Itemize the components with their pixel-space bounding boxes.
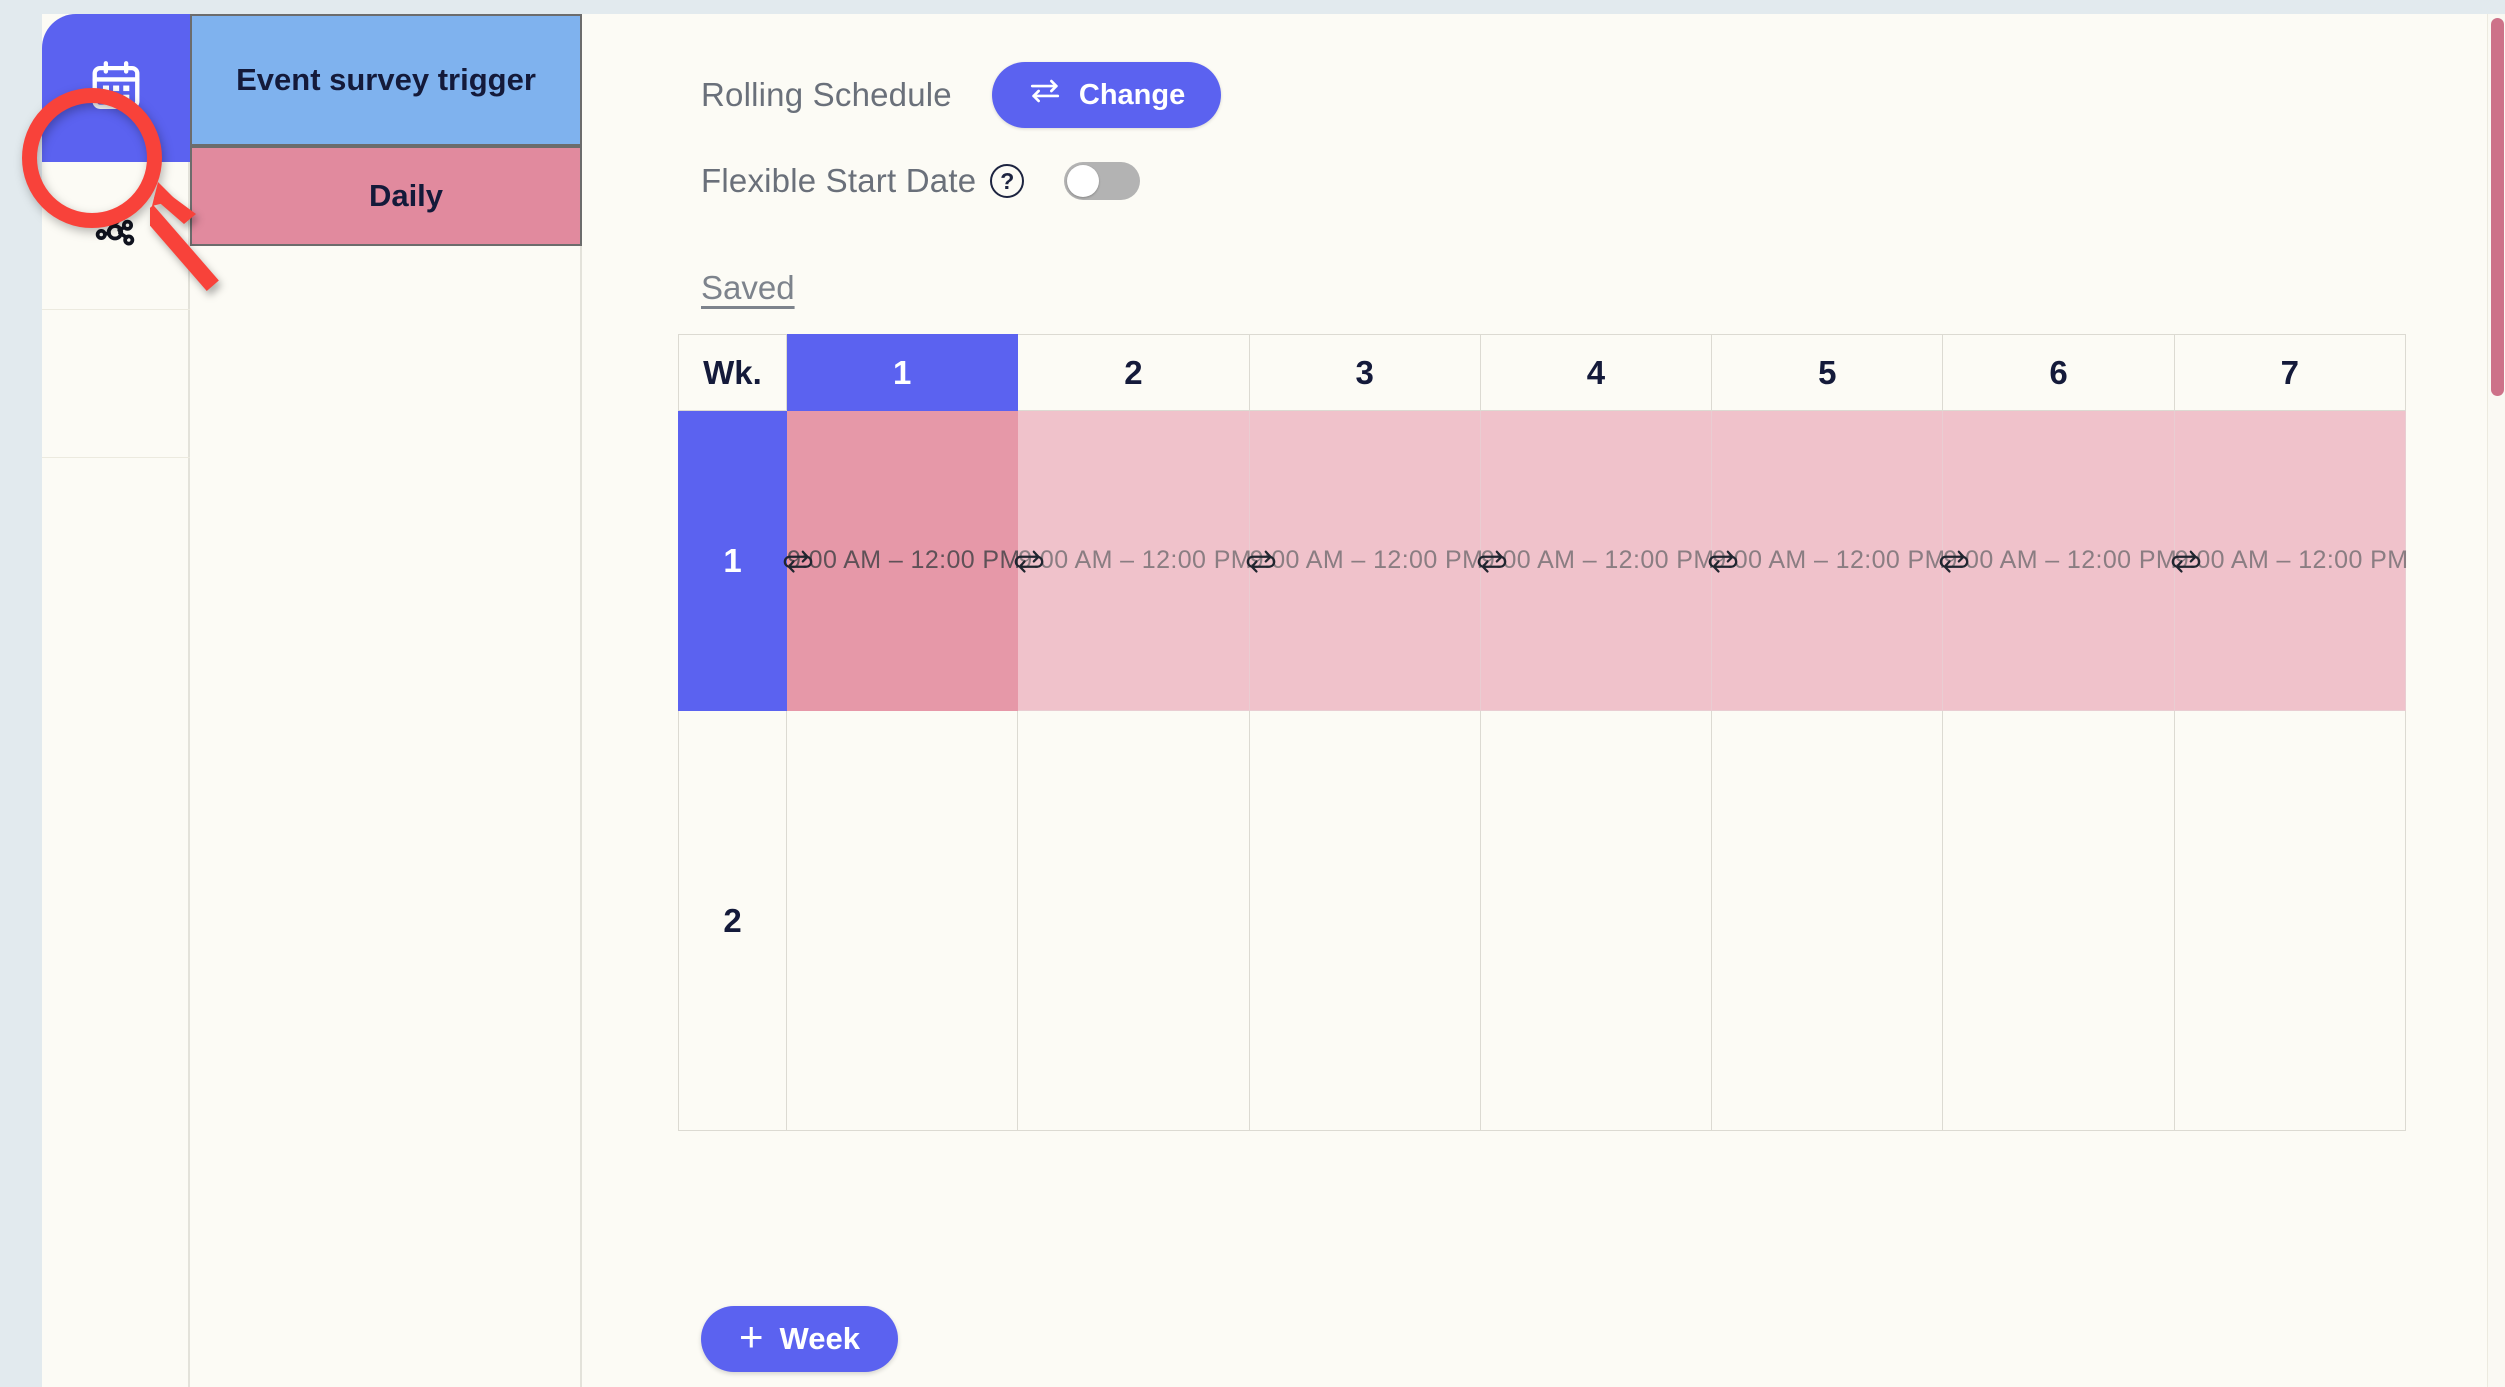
table-row: 1 9:00 AM – 12:00 PM 9:00 AM – 12:00 PM …: [678, 410, 2408, 711]
schedule-cell-inner: 9:00 AM – 12:00 PM: [1015, 546, 1253, 575]
schedule-cell-inner: 9:00 AM – 12:00 PM: [2171, 546, 2409, 575]
header-col-1[interactable]: 1: [785, 334, 1019, 411]
schedule-cell-time: 9:00 AM – 12:00 PM: [1249, 546, 1484, 574]
row-week-number: 2: [678, 710, 787, 1131]
schedule-cell-time: 9:00 AM – 12:00 PM: [1018, 546, 1253, 574]
header-col-2[interactable]: 2: [1017, 334, 1250, 411]
schedule-cell[interactable]: [1711, 710, 1944, 1131]
main-content: Rolling Schedule Change Flexible Start D…: [582, 14, 2505, 1387]
row-week-number: 1: [678, 410, 787, 711]
header-col-5[interactable]: 5: [1711, 334, 1944, 411]
rolling-schedule-label: Rolling Schedule: [701, 76, 952, 113]
sidebar-item-calendar[interactable]: [42, 14, 190, 162]
schedule-header-row: Wk. 1 2 3 4 5 6 7: [678, 334, 2407, 411]
calendar-icon: [87, 57, 145, 120]
schedule-cell[interactable]: [1942, 710, 2175, 1131]
sidebar-item-network[interactable]: [42, 162, 190, 310]
schedule-cell[interactable]: 9:00 AM – 12:00 PM: [1940, 410, 2178, 711]
schedule-cell[interactable]: [1248, 710, 1481, 1131]
add-week-button[interactable]: + Week: [701, 1306, 898, 1372]
schedule-cell[interactable]: [2173, 710, 2407, 1131]
schedule-cell-inner: 9:00 AM – 12:00 PM: [1246, 546, 1484, 575]
panel-tab-label: Daily: [368, 178, 444, 213]
schedule-cell[interactable]: 9:00 AM – 12:00 PM: [1015, 410, 1253, 711]
flexible-start-date-label: Flexible Start Date: [701, 162, 977, 199]
icon-rail: [42, 14, 190, 1387]
schedule-cell[interactable]: 9:00 AM – 12:00 PM: [1246, 410, 1483, 711]
schedule-cell[interactable]: [785, 710, 1019, 1131]
schedule-cell-time: 9:00 AM – 12:00 PM: [787, 546, 1021, 574]
schedule-cell[interactable]: 9:00 AM – 12:00 PM: [1477, 410, 1714, 711]
sidebar-item-blank[interactable]: [42, 310, 190, 458]
add-week-label: Week: [779, 1321, 860, 1356]
header-col-7[interactable]: 7: [2173, 334, 2407, 411]
browser-top-strip: [0, 0, 2505, 14]
schedule-cell-inner: 9:00 AM – 12:00 PM: [1477, 546, 1715, 575]
table-row: 2: [678, 710, 2407, 1131]
change-button-label: Change: [1078, 78, 1186, 111]
panel-tab-event-survey-trigger[interactable]: Event survey trigger: [190, 14, 582, 146]
toggle-knob: [1067, 165, 1100, 197]
schedule-cell[interactable]: 9:00 AM – 12:00 PM: [1708, 410, 1946, 711]
schedule-cell-inner: 9:00 AM – 12:00 PM: [1940, 546, 2178, 575]
schedule-table: Wk. 1 2 3 4 5 6 7 1 9:00 AM – 12:00 PM 9…: [678, 334, 2408, 1131]
header-col-3[interactable]: 3: [1248, 334, 1481, 411]
header-week-label: Wk.: [678, 334, 787, 411]
browser-left-gutter: [0, 0, 42, 1387]
network-hub-icon: [86, 203, 146, 268]
plus-icon: +: [739, 1313, 764, 1360]
schedule-cell-time: 9:00 AM – 12:00 PM: [1943, 546, 2178, 574]
vertical-scrollbar[interactable]: [2487, 14, 2505, 1387]
panel-tab-daily[interactable]: Daily: [190, 146, 582, 246]
saved-link[interactable]: Saved: [701, 269, 795, 307]
rolling-schedule-row: Rolling Schedule Change: [701, 62, 1222, 128]
schedule-cell[interactable]: 9:00 AM – 12:00 PM: [2171, 410, 2408, 711]
schedule-cell-time: 9:00 AM – 12:00 PM: [1480, 546, 1715, 574]
swap-arrows-icon: [1028, 78, 1062, 112]
header-col-6[interactable]: 6: [1942, 334, 2175, 411]
app-root: Event survey trigger Daily Rolling Sched…: [0, 0, 2505, 1387]
schedule-cell-inner: 9:00 AM – 12:00 PM: [783, 546, 1021, 575]
schedule-cell-time: 9:00 AM – 12:00 PM: [1712, 546, 1946, 574]
help-icon[interactable]: ?: [990, 164, 1025, 198]
schedule-cell[interactable]: [1479, 710, 1713, 1131]
flexible-start-date-row: Flexible Start Date ?: [701, 162, 1141, 200]
change-button[interactable]: Change: [991, 62, 1222, 128]
trigger-panel: Event survey trigger Daily: [190, 14, 582, 1387]
schedule-cell[interactable]: [1017, 710, 1250, 1131]
schedule-cell-inner: 9:00 AM – 12:00 PM: [1708, 546, 1946, 575]
panel-tab-label: Event survey trigger: [236, 62, 536, 97]
schedule-cell-time: 9:00 AM – 12:00 PM: [2174, 546, 2409, 574]
scrollbar-thumb[interactable]: [2491, 18, 2504, 396]
flexible-start-date-toggle[interactable]: [1064, 162, 1141, 200]
schedule-cell[interactable]: 9:00 AM – 12:00 PM: [783, 410, 1021, 711]
header-col-4[interactable]: 4: [1479, 334, 1713, 411]
